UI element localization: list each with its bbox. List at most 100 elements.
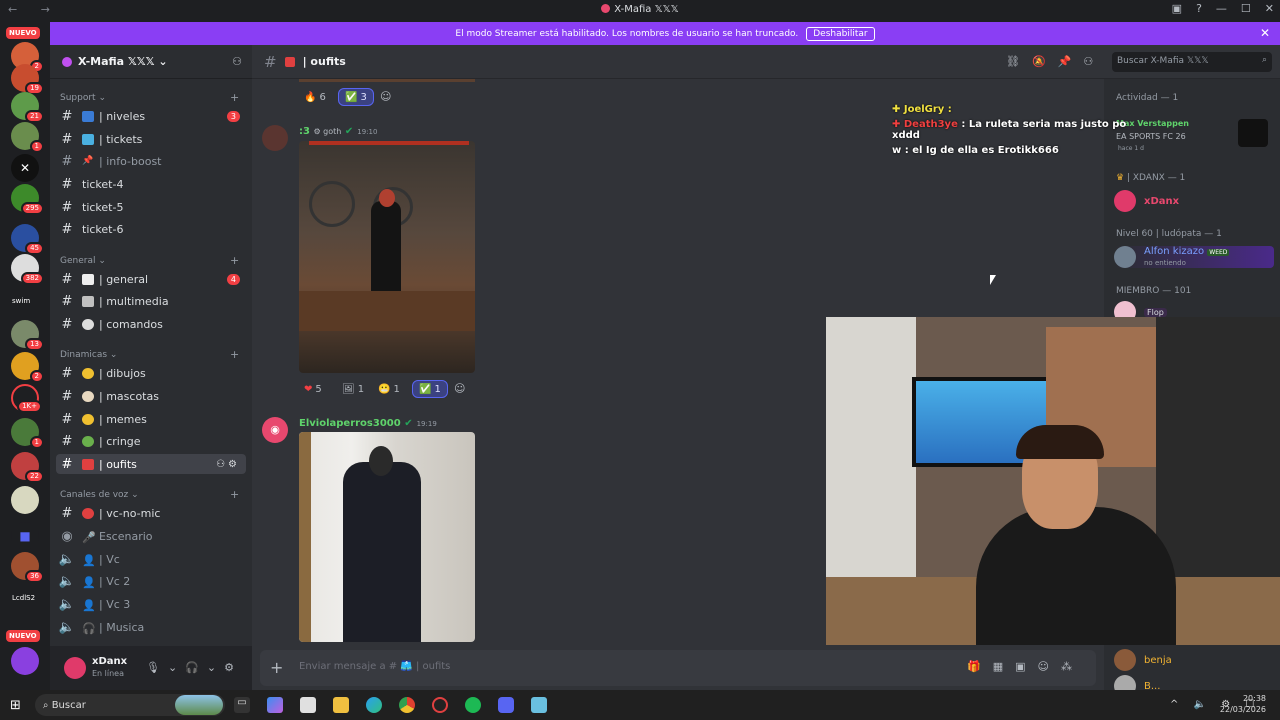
channel-vc-no-mic[interactable]: # | vc-no-mic — [56, 503, 246, 523]
channel-niveles[interactable]: # | niveles 3 — [56, 106, 246, 126]
category-support[interactable]: Support ⌄ + — [60, 91, 239, 104]
user-controls[interactable]: 🎙⌄🎧⌄⚙ — [146, 661, 242, 674]
file-explorer-icon[interactable] — [333, 697, 349, 713]
channel-vc-2[interactable]: 🔈 👤 | Vc 2 — [56, 571, 246, 591]
channel-ticket-4[interactable]: # ticket-4 — [56, 174, 246, 194]
channel-escenario[interactable]: ◉ 🎤 Escenario — [56, 526, 246, 546]
server-icon[interactable]: 21 — [11, 92, 44, 123]
outfit-image[interactable] — [299, 432, 475, 642]
message-composer[interactable]: + Enviar mensaje a # 🩳 | oufits 🎁▦▣☺⁂ — [260, 650, 1096, 686]
add-reaction-icon[interactable]: ☺ — [454, 382, 465, 395]
add-channel-icon[interactable]: + — [230, 254, 239, 267]
member-item[interactable]: xDanx — [1114, 190, 1179, 212]
search-input[interactable]: Buscar X-Mafia 𝕏𝕏𝕏 ⌕ — [1112, 52, 1272, 72]
reaction[interactable]: 🖼 1 — [336, 380, 370, 398]
minimize-button[interactable]: — — [1216, 2, 1227, 15]
copilot-icon[interactable] — [267, 697, 283, 713]
server-icon[interactable]: 45 — [11, 224, 44, 255]
channel-mascotas[interactable]: # | mascotas — [56, 386, 246, 406]
folder-icon[interactable]: ■ — [11, 522, 39, 550]
channel-dibujos[interactable]: # | dibujos — [56, 363, 246, 383]
store-icon[interactable] — [300, 697, 316, 713]
chrome-icon[interactable] — [399, 697, 415, 713]
add-channel-icon[interactable]: + — [230, 348, 239, 361]
close-window-button[interactable]: ✕ — [1265, 2, 1274, 15]
category-voz[interactable]: Canales de voz ⌄ + — [60, 488, 239, 501]
category-dinamicas[interactable]: Dinamicas ⌄ + — [60, 348, 239, 361]
outfit-image[interactable] — [299, 141, 475, 373]
composer-toolbar[interactable]: 🎁▦▣☺⁂ — [967, 660, 1084, 673]
windows-start-icon[interactable]: ⊞ — [10, 698, 21, 713]
channel-memes[interactable]: # | memes — [56, 409, 246, 429]
reaction[interactable]: ✅ 1 — [412, 380, 448, 398]
channel-general[interactable]: # | general 4 — [56, 269, 246, 289]
header-toolbar[interactable]: ⛓🔕📌⚇ — [1006, 55, 1105, 68]
channel-comandos[interactable]: # | comandos — [56, 314, 246, 334]
channel-multimedia[interactable]: # | multimedia — [56, 291, 246, 311]
message-author[interactable]: Elviolaperros3000 ✔ 19:19 — [299, 418, 437, 429]
discord-icon[interactable] — [498, 697, 514, 713]
reaction[interactable]: ✅ 3 — [338, 88, 374, 106]
server-icon[interactable] — [11, 486, 39, 514]
server-icon[interactable]: 13 — [11, 320, 44, 351]
clock[interactable]: 20:38 22/03/2026 — [1220, 693, 1266, 715]
avatar[interactable]: ◉ — [262, 417, 288, 443]
channel-ticket-5[interactable]: # ticket-5 — [56, 197, 246, 217]
notepad-icon[interactable] — [531, 697, 547, 713]
member-item[interactable]: Alfon kizazo WEED no entiendo — [1114, 246, 1274, 268]
server-icon[interactable]: 19 — [11, 64, 44, 95]
server-icon[interactable]: 2 — [11, 352, 44, 383]
avatar[interactable] — [262, 125, 288, 151]
reaction[interactable]: 😬 1 — [372, 380, 406, 398]
guild-header[interactable]: X-Mafia 𝕏𝕏𝕏 ⌄ ⚇ — [50, 45, 252, 79]
edge-icon[interactable] — [366, 697, 382, 713]
channel-oufits[interactable]: # | oufits ⚇⚙ — [56, 454, 246, 474]
channel-info-boost[interactable]: # 📌 | info-boost — [56, 151, 246, 171]
message-input[interactable]: Enviar mensaje a # 🩳 | oufits — [299, 661, 450, 672]
avatar[interactable] — [64, 657, 86, 679]
pin-icon: 📌 — [82, 155, 94, 166]
previous-image[interactable] — [299, 79, 475, 82]
server-icon[interactable]: 36 — [11, 552, 44, 583]
channel-vc[interactable]: 🔈 👤 | Vc — [56, 549, 246, 569]
channel-tickets[interactable]: # | tickets — [56, 129, 246, 149]
channel-vc-3[interactable]: 🔈 👤 | Vc 3 — [56, 594, 246, 614]
task-view-icon[interactable]: ▭ — [234, 697, 250, 713]
add-channel-icon[interactable]: + — [230, 488, 239, 501]
hash-icon: # — [61, 153, 73, 169]
hash-icon: # — [61, 456, 73, 472]
server-icon[interactable]: 1 — [11, 418, 44, 449]
server-icon[interactable]: 382 — [11, 254, 44, 285]
server-icon[interactable]: 295 — [11, 184, 44, 215]
close-icon[interactable]: ✕ — [1260, 26, 1270, 40]
channel-cringe[interactable]: # | cringe — [56, 431, 246, 451]
taskbar-search[interactable]: ⌕ Buscar — [34, 694, 225, 716]
maximize-button[interactable]: ☐ — [1241, 2, 1251, 15]
member-item[interactable]: benja — [1114, 649, 1172, 671]
server-icon[interactable]: 1 — [11, 122, 44, 153]
server-icon[interactable]: 22 — [11, 452, 44, 483]
message-author[interactable]: :3 ⚙ goth ✔ 19:10 — [299, 126, 377, 137]
server-icon[interactable]: 1K+ — [11, 384, 42, 413]
hash-icon: # — [61, 199, 73, 215]
reaction[interactable]: ❤ 5 — [298, 380, 328, 398]
reaction[interactable]: 🔥 6 — [298, 88, 332, 106]
channel-settings-icon[interactable]: ⚇⚙ — [216, 459, 240, 470]
hash-icon: # — [61, 505, 73, 521]
server-icon[interactable] — [11, 647, 39, 675]
add-friend-icon[interactable]: ⚇ — [232, 55, 242, 68]
help-icon[interactable]: ? — [1196, 2, 1202, 15]
channel-emoji-icon — [82, 295, 94, 307]
category-general[interactable]: General ⌄ + — [60, 254, 239, 267]
add-attachment-icon[interactable]: + — [270, 658, 283, 677]
add-channel-icon[interactable]: + — [230, 91, 239, 104]
disable-streamer-button[interactable]: Deshabilitar — [806, 26, 875, 41]
obs-icon[interactable] — [432, 697, 448, 713]
channel-ticket-6[interactable]: # ticket-6 — [56, 219, 246, 239]
inbox-icon[interactable]: ▣ — [1172, 2, 1182, 15]
x-server-icon[interactable]: ✕ — [11, 154, 39, 182]
add-reaction-icon[interactable]: ☺ — [380, 90, 391, 103]
user-icon: 👤 — [82, 598, 96, 612]
channel-musica[interactable]: 🔈 🎧 | Musica — [56, 617, 246, 637]
spotify-icon[interactable] — [465, 697, 481, 713]
